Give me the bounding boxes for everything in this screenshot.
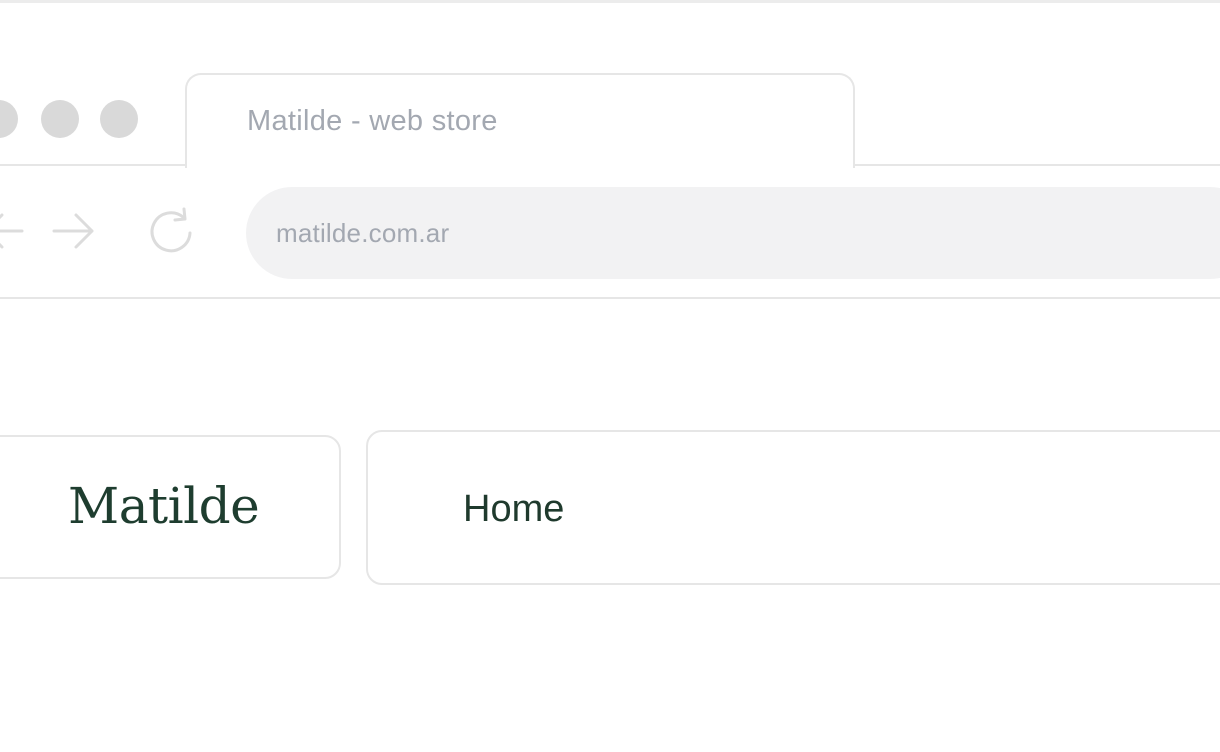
address-bar[interactable]: matilde.com.ar (246, 187, 1220, 279)
nav-item-home[interactable]: Home (463, 488, 564, 531)
window-close-dot[interactable] (0, 100, 18, 138)
browser-window: Matilde - web store matilde.com.ar Matil… (0, 0, 1220, 752)
tab-title: Matilde - web store (247, 105, 498, 137)
address-url: matilde.com.ar (276, 218, 450, 248)
site-navigation: Home (366, 430, 1220, 585)
toolbar-divider (0, 297, 1220, 299)
window-maximize-dot[interactable] (100, 100, 138, 138)
logo-card[interactable]: Matilde (0, 435, 341, 579)
arrow-left-icon[interactable] (0, 206, 28, 256)
window-minimize-dot[interactable] (41, 100, 79, 138)
arrow-right-icon[interactable] (50, 206, 100, 256)
window-top-edge (0, 0, 1220, 3)
browser-tab[interactable]: Matilde - web store (185, 73, 855, 168)
reload-icon[interactable] (146, 206, 198, 258)
store-logo: Matilde (68, 477, 260, 535)
